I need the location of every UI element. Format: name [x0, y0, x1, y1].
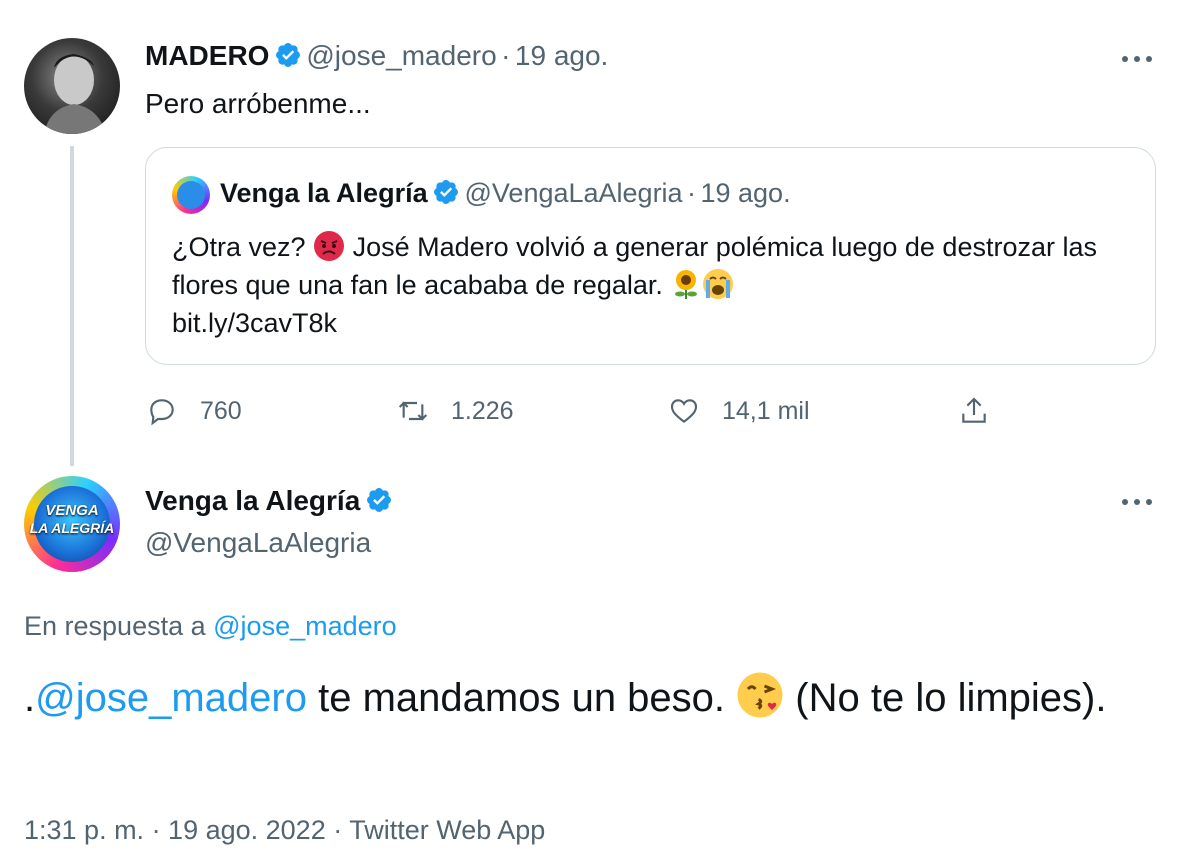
- tweet2-author-handle[interactable]: @VengaLaAlegria: [145, 527, 371, 559]
- reply-context: En respuesta a @jose_madero: [24, 611, 397, 642]
- like-count: 14,1 mil: [722, 396, 810, 425]
- thread-line: [70, 146, 74, 466]
- quote-link[interactable]: bit.ly/3cavT8k: [172, 308, 337, 338]
- quote-text-part2: José Madero volvió a generar polémica lu…: [172, 232, 1097, 300]
- madero-photo: [44, 54, 106, 134]
- share-button[interactable]: [958, 393, 990, 429]
- reply-count: 760: [200, 396, 242, 425]
- reply-prefix: En respuesta a: [24, 611, 206, 641]
- like-icon: [670, 399, 698, 424]
- quote-author-name: Venga la Alegría: [220, 178, 428, 208]
- kiss-face-emoji: [737, 672, 783, 718]
- quote-date: 19 ago.: [700, 178, 791, 208]
- tweet2-text-dot: .: [24, 676, 36, 720]
- venga-la-alegria-avatar[interactable]: VENGA LA ALEGRÍA: [24, 476, 120, 572]
- sunflower-emoji: [675, 270, 698, 299]
- quote-text: ¿Otra vez? José Madero volvió a generar …: [172, 228, 1132, 342]
- verified-badge-icon: [434, 180, 459, 204]
- quote-author-handle: @VengaLaAlegria: [464, 178, 683, 208]
- retweet-icon: [398, 401, 428, 421]
- tweet2-timestamp[interactable]: 1:31 p. m. · 19 ago. 2022 · Twitter Web …: [24, 815, 545, 846]
- reply-handle-link[interactable]: @jose_madero: [213, 611, 397, 641]
- quote-tweet[interactable]: Venga la Alegría @VengaLaAlegria · 19 ag…: [145, 147, 1156, 365]
- avatar-logo-line2: LA ALEGRÍA: [29, 520, 115, 536]
- like-button[interactable]: 14,1 mil: [668, 393, 810, 429]
- quote-text-part1: ¿Otra vez?: [172, 232, 306, 262]
- tweet2-text-part2: (No te lo limpies).: [795, 676, 1107, 720]
- retweet-button[interactable]: 1.226: [397, 393, 514, 429]
- avatar-logo-line1: VENGA: [45, 502, 99, 519]
- more-icon[interactable]: [1120, 53, 1156, 65]
- tweet1-author-name[interactable]: MADERO: [145, 40, 269, 71]
- tweet1-header: MADERO @jose_madero · 19 ago.: [145, 40, 608, 72]
- tweet1-separator: ·: [501, 40, 511, 71]
- reply-icon: [150, 399, 174, 426]
- angry-face-emoji: [314, 231, 345, 261]
- retweet-count: 1.226: [451, 396, 514, 425]
- reply-button[interactable]: 760: [146, 393, 242, 429]
- madero-avatar[interactable]: [24, 38, 120, 134]
- tweet2-author-name[interactable]: Venga la Alegría: [145, 485, 360, 516]
- verified-badge-icon: [366, 488, 391, 512]
- quote-separator: ·: [687, 178, 697, 208]
- tweet1-author-handle[interactable]: @jose_madero: [306, 40, 496, 71]
- tweet1-date[interactable]: 19 ago.: [515, 40, 608, 71]
- share-icon: [962, 397, 986, 423]
- tweet2-text-part1: te mandamos un beso.: [318, 676, 726, 720]
- tweet2-text: .@jose_madero te mandamos un beso. (No t…: [24, 670, 1144, 726]
- quote-avatar: [172, 176, 210, 214]
- tweet1-text: Pero arróbenme...: [145, 88, 371, 119]
- crying-face-emoji: [703, 269, 734, 299]
- quote-header: Venga la Alegría @VengaLaAlegria · 19 ag…: [220, 178, 791, 209]
- more-icon[interactable]: [1120, 496, 1156, 508]
- tweet2-author-row: Venga la Alegría: [145, 485, 393, 517]
- verified-badge-icon: [275, 43, 300, 67]
- tweet2-mention-link[interactable]: @jose_madero: [35, 676, 307, 720]
